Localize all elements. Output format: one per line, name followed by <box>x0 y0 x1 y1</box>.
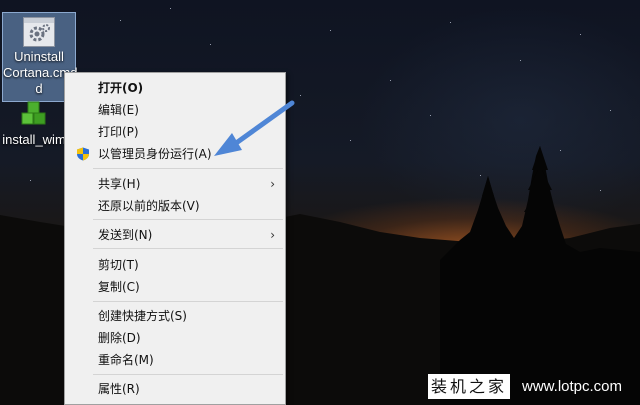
menu-item-label: 打开(O) <box>98 81 144 95</box>
menu-item-label: 共享(H) <box>98 177 141 191</box>
menu-item-properties[interactable]: 属性(R) <box>65 378 285 400</box>
menu-item-rename[interactable]: 重命名(M) <box>65 349 285 371</box>
menu-separator <box>93 168 283 169</box>
menu-item-label: 创建快捷方式(S) <box>98 309 187 323</box>
desktop-icon-install-wim[interactable]: install_wim <box>0 98 68 148</box>
menu-item-send-to[interactable]: 发送到(N) › <box>65 224 285 246</box>
menu-item-label: 剪切(T) <box>98 258 139 272</box>
menu-item-label: 打印(P) <box>98 125 139 139</box>
menu-item-label: 复制(C) <box>98 280 140 294</box>
menu-item-share[interactable]: 共享(H) › <box>65 173 285 195</box>
menu-item-label: 还原以前的版本(V) <box>98 199 200 213</box>
green-cubes-icon <box>19 100 49 130</box>
menu-item-label: 重命名(M) <box>98 353 154 367</box>
menu-item-create-shortcut[interactable]: 创建快捷方式(S) <box>65 305 285 327</box>
desktop-icon-label: Uninstall <box>14 49 64 64</box>
context-menu: 打开(O) 编辑(E) 打印(P) 以管理员身份运行(A) 共享(H) › 还原… <box>64 72 286 405</box>
menu-separator <box>93 248 283 249</box>
menu-item-label: 删除(D) <box>98 331 141 345</box>
menu-item-restore-previous-versions[interactable]: 还原以前的版本(V) <box>65 195 285 217</box>
menu-item-delete[interactable]: 删除(D) <box>65 327 285 349</box>
menu-item-label: 以管理员身份运行(A) <box>98 147 212 161</box>
menu-item-run-as-administrator[interactable]: 以管理员身份运行(A) <box>65 143 285 165</box>
menu-item-open[interactable]: 打开(O) <box>65 77 285 99</box>
batch-file-gear-icon <box>23 17 55 47</box>
menu-separator <box>93 374 283 375</box>
menu-item-label: 发送到(N) <box>98 228 153 242</box>
menu-separator <box>93 219 283 220</box>
menu-item-label: 编辑(E) <box>98 103 139 117</box>
menu-item-cut[interactable]: 剪切(T) <box>65 254 285 276</box>
menu-separator <box>93 301 283 302</box>
menu-item-copy[interactable]: 复制(C) <box>65 276 285 298</box>
watermark-url: www.lotpc.com <box>521 378 623 395</box>
menu-item-label: 属性(R) <box>98 382 140 396</box>
submenu-arrow-icon: › <box>270 177 275 191</box>
uac-shield-icon <box>77 147 89 161</box>
menu-item-print[interactable]: 打印(P) <box>65 121 285 143</box>
menu-item-edit[interactable]: 编辑(E) <box>65 99 285 121</box>
watermark-site-name: 装机之家 <box>428 374 510 399</box>
submenu-arrow-icon: › <box>270 228 275 242</box>
desktop-icon-label: install_wim <box>2 132 66 147</box>
